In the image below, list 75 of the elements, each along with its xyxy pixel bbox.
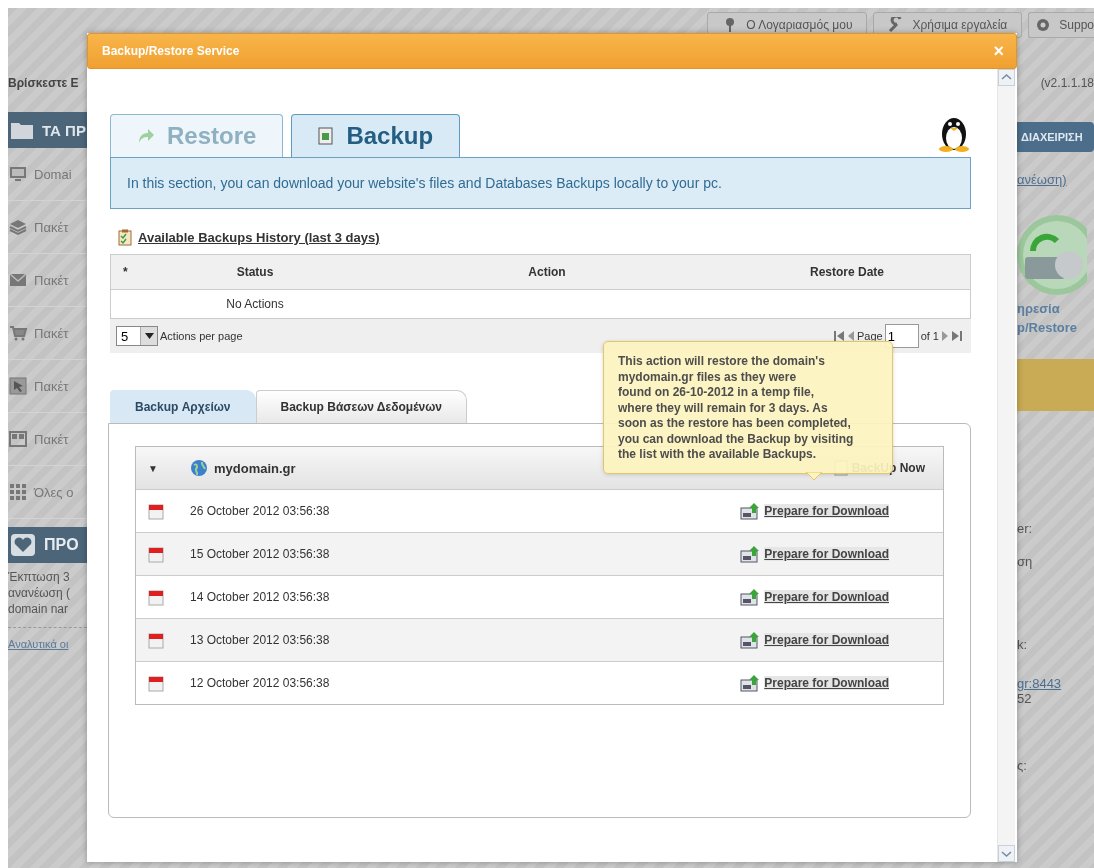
cursor-icon <box>8 377 28 395</box>
page-input[interactable]: 1 <box>884 324 919 348</box>
column-header: Action <box>527 265 567 279</box>
scrollbar[interactable] <box>997 69 1015 862</box>
table-cell-text: No Actions <box>225 297 285 311</box>
last-page-icon[interactable] <box>951 330 963 342</box>
info-text: In this section, you can download your website's files and Databases Backups locally to your pc. <box>127 175 722 191</box>
calendar-icon <box>148 545 164 563</box>
upload-icon <box>740 588 761 606</box>
calendar-icon <box>148 502 164 520</box>
upload-icon <box>740 545 761 563</box>
promo-text: Έκπτωση 3 ανανέωση ( domain nar <box>8 569 71 617</box>
next-page-icon[interactable] <box>941 330 949 342</box>
info-text: ση <box>1017 554 1034 569</box>
column-header: Status <box>235 265 275 279</box>
history-title[interactable]: Available Backups History (last 3 days) <box>138 230 380 245</box>
per-page-label: Actions per page <box>160 330 243 342</box>
info-text: k: <box>1017 637 1029 652</box>
document-icon <box>318 127 335 145</box>
prepare-download-link[interactable]: Prepare for Download <box>764 504 889 518</box>
column-header: Restore Date <box>809 265 886 279</box>
backup-date: 12 October 2012 03:56:38 <box>190 676 330 690</box>
prepare-download-link[interactable]: Prepare for Download <box>764 547 889 561</box>
scroll-down-icon[interactable] <box>998 845 1015 862</box>
first-page-icon[interactable] <box>832 330 845 342</box>
backup-date: 13 October 2012 03:56:38 <box>190 633 330 647</box>
host-link[interactable]: gr:8443 <box>1017 676 1094 691</box>
tab[interactable]: Backup <box>291 114 461 157</box>
backup-date: 26 October 2012 03:56:38 <box>190 504 330 518</box>
monitor-icon <box>8 165 28 183</box>
calendar-icon <box>148 674 164 692</box>
section-title: ΤΑ ΠΡ <box>42 121 86 139</box>
version-text: (v2.1.1.18 <box>1039 76 1094 90</box>
tab[interactable]: Backup Αρχείων <box>110 390 256 423</box>
grid-icon <box>8 483 28 501</box>
scroll-up-icon[interactable] <box>998 69 1015 86</box>
previous-page-icon[interactable] <box>846 330 855 342</box>
arrow-icon <box>137 128 155 144</box>
renewal-link[interactable]: ανέωση) <box>1017 172 1094 187</box>
manage-button[interactable]: ΔΙΑΧΕΙΡΙΣΗ <box>1017 122 1094 152</box>
layout-icon <box>8 430 28 448</box>
calendar-icon <box>148 631 164 649</box>
page-count: of 1 <box>920 330 939 342</box>
breadcrumb-text: Βρίσκεστε Ε <box>8 76 80 90</box>
prepare-download-link[interactable]: Prepare for Download <box>764 633 889 647</box>
info-text: er: <box>1017 521 1034 536</box>
folder-icon <box>10 120 34 140</box>
gear-icon <box>1035 17 1052 33</box>
chevron-down-icon <box>144 333 154 339</box>
top-menu-button[interactable]: Suppo <box>1028 12 1094 38</box>
globe-icon <box>190 459 208 477</box>
clipboard-icon <box>118 229 132 246</box>
backup-date: 14 October 2012 03:56:38 <box>190 590 330 604</box>
backup-date: 15 October 2012 03:56:38 <box>190 547 330 561</box>
service-label[interactable]: ηρεσία p/Restore <box>1017 299 1094 337</box>
promo-title: ΠΡΟ <box>44 536 79 554</box>
prepare-download-link[interactable]: Prepare for Download <box>764 590 889 604</box>
envelope-icon <box>8 271 28 289</box>
prepare-download-link[interactable]: Prepare for Download <box>764 676 889 690</box>
tooltip-text: This action will restore the domain's mydomain.gr files as they were found on 26-10-2012 in a temp file, where they will remain for 3 days. As soon as the restore has been completed, you can download the Backup by visiting the list with the available Backups. <box>618 354 855 463</box>
layers-icon <box>8 218 28 236</box>
calendar-icon <box>148 588 164 606</box>
cart-icon <box>8 324 28 342</box>
caret-icon[interactable]: ▼ <box>148 462 190 474</box>
per-page-select[interactable]: 5 <box>116 326 158 346</box>
upload-icon <box>740 631 761 649</box>
tab[interactable]: Backup Βάσεων Δεδομένων <box>255 390 468 423</box>
info-text: ς: <box>1017 758 1028 773</box>
dialog-title: Backup/Restore Service <box>102 44 240 58</box>
upload-icon <box>740 502 761 520</box>
info-text: 52 <box>1017 691 1033 706</box>
domain-name: mydomain.gr <box>214 460 296 476</box>
page-label: Page <box>856 330 883 342</box>
upload-icon <box>740 674 761 692</box>
column-header: * <box>122 265 129 279</box>
